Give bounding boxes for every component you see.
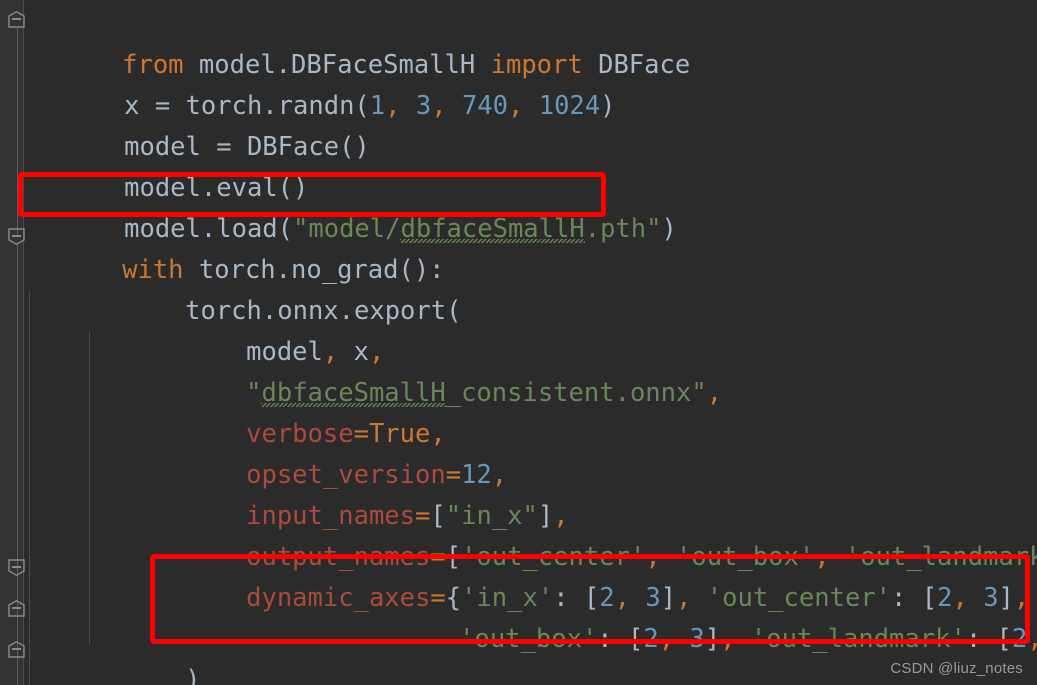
fold-marker-line-15[interactable] (8, 600, 25, 617)
code-line-12[interactable]: input_names=["in_x"], (154, 455, 568, 531)
onnx-filename: _consistent.onnx" (445, 378, 707, 408)
arg-4: 1024 (538, 91, 601, 121)
fold-minus-glyph (12, 566, 21, 568)
watermark-text: CSDN @liuz_notes (890, 660, 1023, 677)
code-line-16[interactable]: ) (93, 619, 200, 685)
key-out-landmark: 'out_landmark' (750, 624, 966, 654)
fold-minus-glyph (12, 235, 21, 237)
code-line-5[interactable]: model.load("model/dbfaceSmallH.pth") (32, 168, 677, 244)
paren-close: ) (600, 91, 616, 121)
code-line-15[interactable]: 'out_box': [2, 3], 'out_landmark': [2, 3… (367, 578, 1037, 654)
arg-1: 1 (369, 91, 386, 121)
fold-minus-glyph (12, 607, 21, 609)
code-line-3[interactable]: model = DBFace() (32, 86, 370, 162)
code-editor-screenshot: from model.DBFaceSmallH import DBFace x … (0, 0, 1037, 685)
string-suffix: .pth" (584, 214, 662, 244)
fold-marker-line-16[interactable] (8, 641, 25, 658)
fold-minus-glyph (12, 18, 21, 20)
key-out-box: 'out_box' (459, 624, 598, 654)
code-line-6[interactable]: with torch.no_grad(): (30, 209, 444, 285)
code-line-8[interactable]: model, x, (154, 291, 384, 367)
fold-marker-line-6[interactable] (8, 228, 25, 245)
code-line-7[interactable]: torch.onnx.export( (93, 250, 461, 326)
code-line-14[interactable]: dynamic_axes={'in_x': [2, 3], 'out_cente… (154, 537, 1029, 613)
fold-rail-upper (17, 28, 18, 236)
arg-3: 740 (461, 91, 508, 121)
editor-gutter (0, 0, 23, 685)
code-line-4[interactable]: model.eval() (32, 127, 308, 203)
code-line-13[interactable]: output_names=['out_center', 'out_box', '… (154, 496, 1037, 572)
arg-2: 3 (415, 91, 432, 121)
code-line-9[interactable]: "dbfaceSmallH_consistent.onnx", (154, 332, 722, 408)
fold-minus-glyph (12, 648, 21, 650)
code-line-11[interactable]: opset_version=12, (154, 414, 507, 490)
indent-guide-level-1 (29, 291, 30, 685)
fold-marker-line-14[interactable] (8, 559, 25, 576)
fold-rail-lower (17, 244, 18, 685)
paren-close: ) (661, 214, 677, 244)
code-line-10[interactable]: verbose=True, (154, 373, 446, 449)
code-line-1[interactable]: from model.DBFaceSmallH import DBFace (30, 4, 690, 80)
paren-close-export: ) (185, 665, 201, 685)
code-line-2[interactable]: x = torch.randn(1, 3, 740, 1024) (32, 45, 615, 121)
code-area[interactable]: from model.DBFaceSmallH import DBFace x … (24, 0, 1037, 685)
fold-marker-line-1[interactable] (8, 11, 25, 28)
indent-guide-level-2 (89, 332, 90, 644)
